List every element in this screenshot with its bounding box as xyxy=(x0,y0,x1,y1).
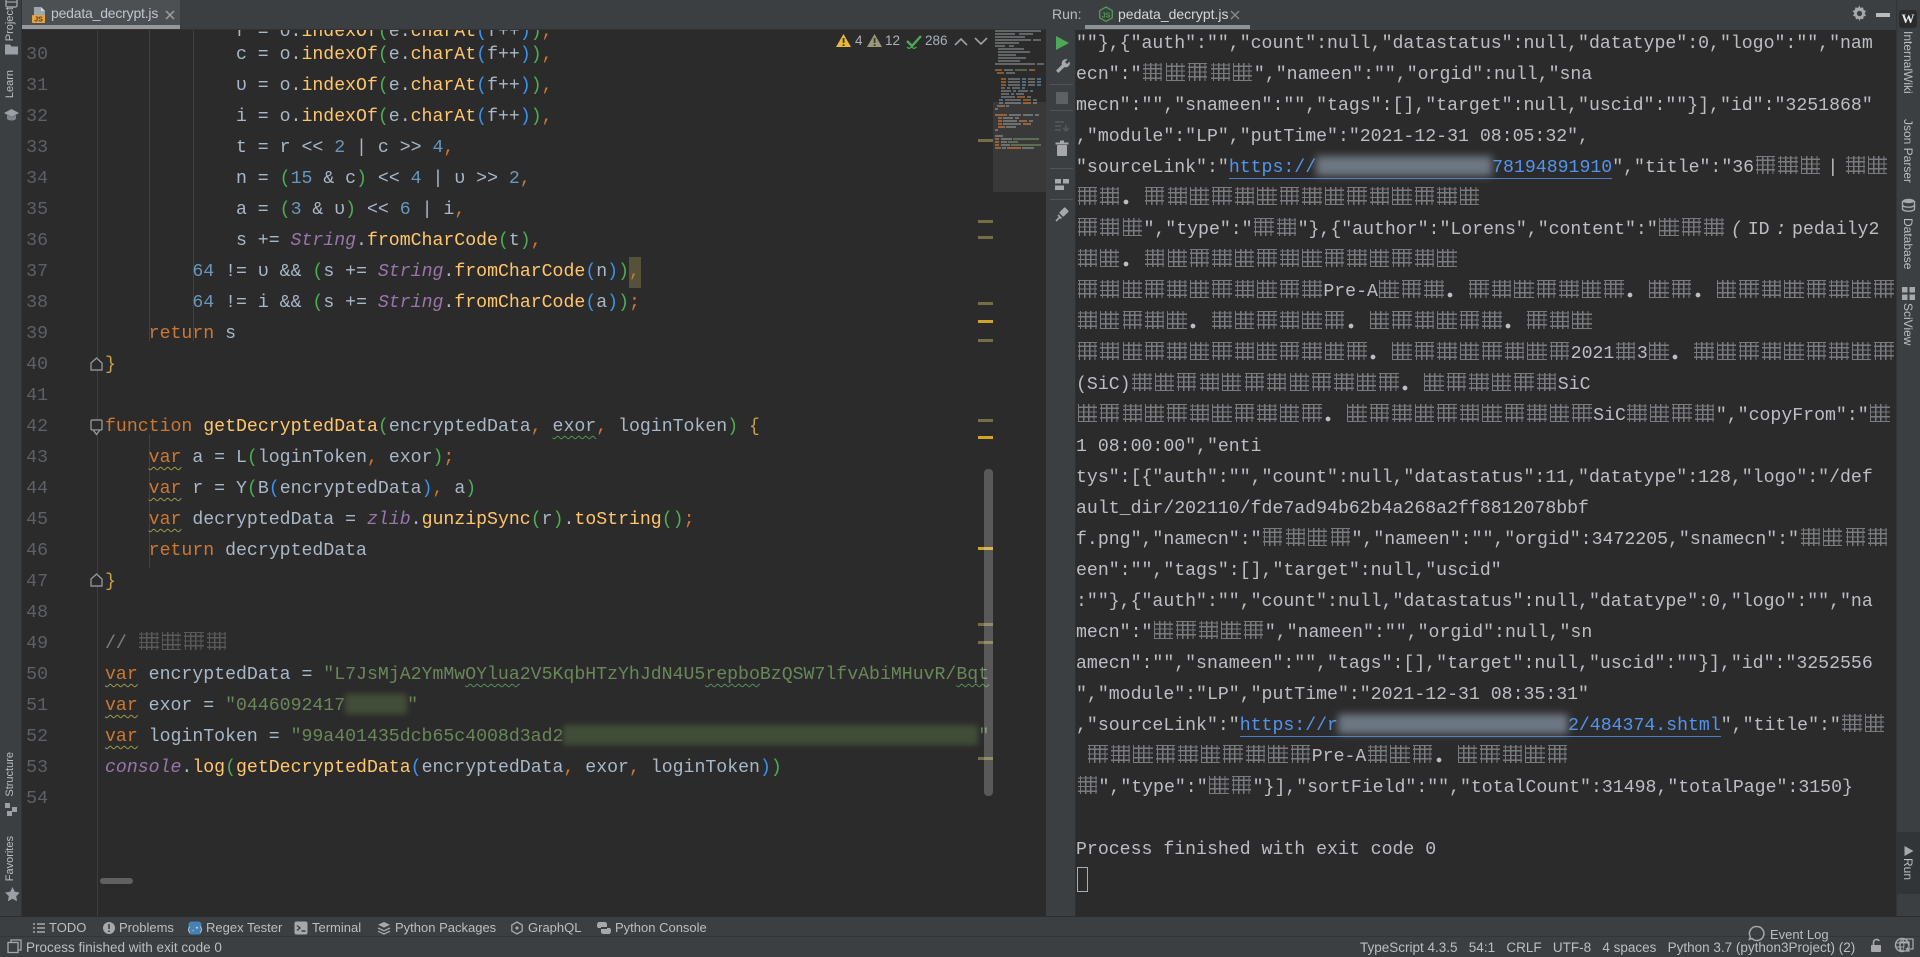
svg-text:(.*): (.*) xyxy=(188,926,202,933)
svg-text:JS: JS xyxy=(1102,13,1111,20)
svg-text:JS: JS xyxy=(34,17,43,24)
